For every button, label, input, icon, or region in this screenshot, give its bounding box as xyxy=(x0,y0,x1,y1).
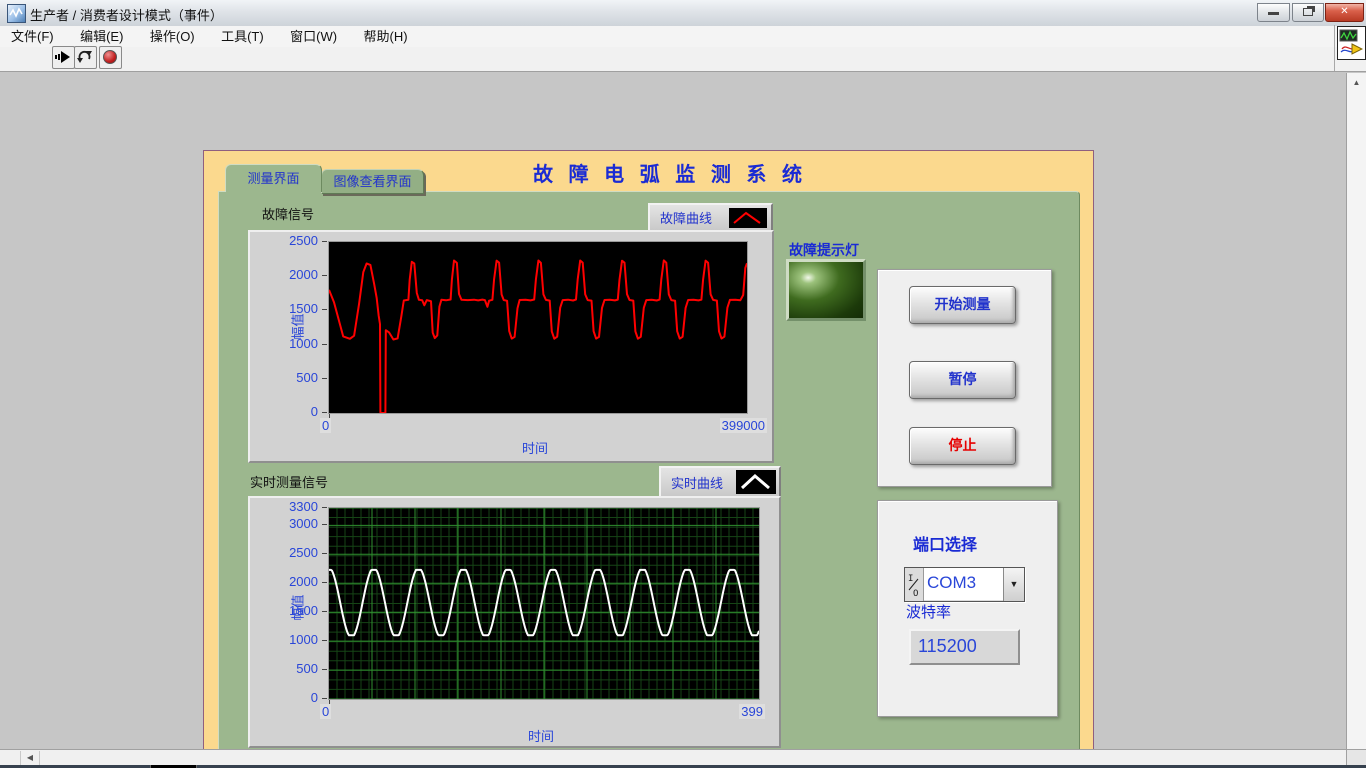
realtime-chart: 幅值 0 399 时间 0500100015002000250030003300 xyxy=(248,496,781,748)
fault-chart-title: 故障信号 xyxy=(262,204,314,223)
menu-help[interactable]: 帮助(H) xyxy=(353,26,419,47)
minimize-icon xyxy=(1268,12,1279,15)
fault-legend-label: 故障曲线 xyxy=(660,208,712,227)
y-tick-label: 1000 xyxy=(250,632,318,647)
fault-chart: 幅值 0 399000 时间 05001000150020002500 xyxy=(248,230,774,463)
menu-edit[interactable]: 编辑(E) xyxy=(69,26,134,47)
realtime-x-axis-label: 时间 xyxy=(528,726,554,745)
y-tick-mark xyxy=(322,344,327,345)
vertical-scrollbar[interactable]: ▲ xyxy=(1346,73,1366,749)
vi-icon xyxy=(1337,26,1366,60)
y-tick-mark xyxy=(322,507,327,508)
abort-button[interactable] xyxy=(99,46,122,69)
y-tick-label: 500 xyxy=(250,370,318,385)
toolbar-separator xyxy=(1334,25,1335,71)
restore-icon xyxy=(1303,8,1313,16)
y-tick-mark xyxy=(322,524,327,525)
port-panel: 端口选择 I O COM3 ▼ 波特率 115200 xyxy=(877,500,1058,717)
y-tick-mark xyxy=(322,553,327,554)
start-measure-button[interactable]: 开始测量 xyxy=(909,286,1016,324)
fault-indicator-led xyxy=(786,259,866,321)
y-tick-mark xyxy=(322,640,327,641)
scroll-left-icon[interactable]: ◀ xyxy=(20,751,40,765)
combo-dropdown-button[interactable]: ▼ xyxy=(1003,568,1024,601)
menu-file[interactable]: 文件(F) xyxy=(0,26,65,47)
scroll-up-icon[interactable]: ▲ xyxy=(1347,75,1366,91)
y-tick-label: 0 xyxy=(250,404,318,419)
y-tick-mark xyxy=(322,611,327,612)
realtime-x-end-label[interactable]: 399 xyxy=(739,704,765,719)
realtime-plot-area xyxy=(328,507,760,700)
y-tick-mark xyxy=(322,412,327,413)
y-tick-mark xyxy=(322,275,327,276)
menu-tools[interactable]: 工具(T) xyxy=(210,26,275,47)
run-icon xyxy=(53,47,72,66)
port-combo-value: COM3 xyxy=(927,573,976,593)
y-tick-mark xyxy=(322,669,327,670)
titlebar: 生产者 / 消费者设计模式（事件） ✕ xyxy=(0,0,1366,27)
tab-image-view[interactable]: 图像查看界面 xyxy=(321,169,424,194)
svg-text:O: O xyxy=(913,589,918,599)
realtime-chart-legend[interactable]: 实时曲线 xyxy=(659,466,781,499)
toolbar xyxy=(0,47,1366,72)
abort-icon xyxy=(103,50,117,64)
minimize-button[interactable] xyxy=(1257,3,1290,22)
horizontal-scrollbar[interactable]: ◀ xyxy=(0,749,1346,766)
fault-plot-area xyxy=(328,241,748,414)
baud-label: 波特率 xyxy=(906,601,951,622)
y-tick-mark xyxy=(322,309,327,310)
y-tick-label: 2500 xyxy=(250,233,318,248)
menu-window[interactable]: 窗口(W) xyxy=(279,26,348,47)
y-tick-label: 3000 xyxy=(250,516,318,531)
realtime-x-start-label[interactable]: 0 xyxy=(320,704,331,719)
page-title: 故 障 电 弧 监 测 系 统 xyxy=(530,158,810,187)
fault-chart-legend[interactable]: 故障曲线 xyxy=(648,203,773,233)
fault-legend-line-icon[interactable] xyxy=(729,208,767,228)
y-tick-mark xyxy=(322,698,327,699)
pause-button[interactable]: 暂停 xyxy=(909,361,1016,399)
y-tick-label: 1500 xyxy=(250,603,318,618)
restore-button[interactable] xyxy=(1292,3,1324,22)
y-tick-label: 2000 xyxy=(250,267,318,282)
close-button[interactable]: ✕ xyxy=(1325,3,1364,22)
run-button[interactable] xyxy=(52,46,75,69)
realtime-legend-label: 实时曲线 xyxy=(671,473,723,492)
run-continuous-button[interactable] xyxy=(74,46,97,69)
fault-x-axis-label: 时间 xyxy=(522,438,548,457)
menubar: 文件(F) 编辑(E) 操作(O) 工具(T) 窗口(W) 帮助(H) xyxy=(0,26,1366,48)
fault-indicator-label: 故障提示灯 xyxy=(789,240,859,260)
menu-operate[interactable]: 操作(O) xyxy=(139,26,206,47)
y-tick-label: 500 xyxy=(250,661,318,676)
y-tick-label: 1500 xyxy=(250,301,318,316)
realtime-legend-line-icon[interactable] xyxy=(736,470,776,494)
scrollbar-corner xyxy=(1346,749,1366,766)
y-tick-label: 2000 xyxy=(250,574,318,589)
fault-x-end-label[interactable]: 399000 xyxy=(720,418,767,433)
visa-io-icon: I O xyxy=(905,568,924,601)
labview-front-panel-window: 生产者 / 消费者设计模式（事件） ✕ 文件(F) 编辑(E) 操作(O) 工具… xyxy=(0,0,1366,768)
tab-measurement[interactable]: 测量界面 xyxy=(225,164,322,192)
window-title: 生产者 / 消费者设计模式（事件） xyxy=(30,5,223,24)
front-panel: 故 障 电 弧 监 测 系 统 图像查看界面 测量界面 故障信号 故障曲线 幅值… xyxy=(0,72,1366,749)
y-tick-label: 3300 xyxy=(250,499,318,514)
control-button-panel: 开始测量 暂停 停止 xyxy=(877,269,1052,487)
stop-button[interactable]: 停止 xyxy=(909,427,1016,465)
realtime-chart-title: 实时测量信号 xyxy=(250,472,328,491)
svg-text:I: I xyxy=(908,574,913,584)
y-tick-label: 1000 xyxy=(250,336,318,351)
y-tick-mark xyxy=(322,241,327,242)
y-tick-label: 2500 xyxy=(250,545,318,560)
fault-x-start-label[interactable]: 0 xyxy=(320,418,331,433)
y-tick-mark xyxy=(322,582,327,583)
y-tick-label: 0 xyxy=(250,690,318,705)
y-tick-mark xyxy=(322,378,327,379)
labview-app-icon xyxy=(7,4,26,23)
baud-value-display[interactable]: 115200 xyxy=(909,629,1020,665)
port-select-label: 端口选择 xyxy=(913,531,977,555)
port-combo[interactable]: I O COM3 ▼ xyxy=(904,567,1025,602)
run-continuous-icon xyxy=(75,47,94,66)
